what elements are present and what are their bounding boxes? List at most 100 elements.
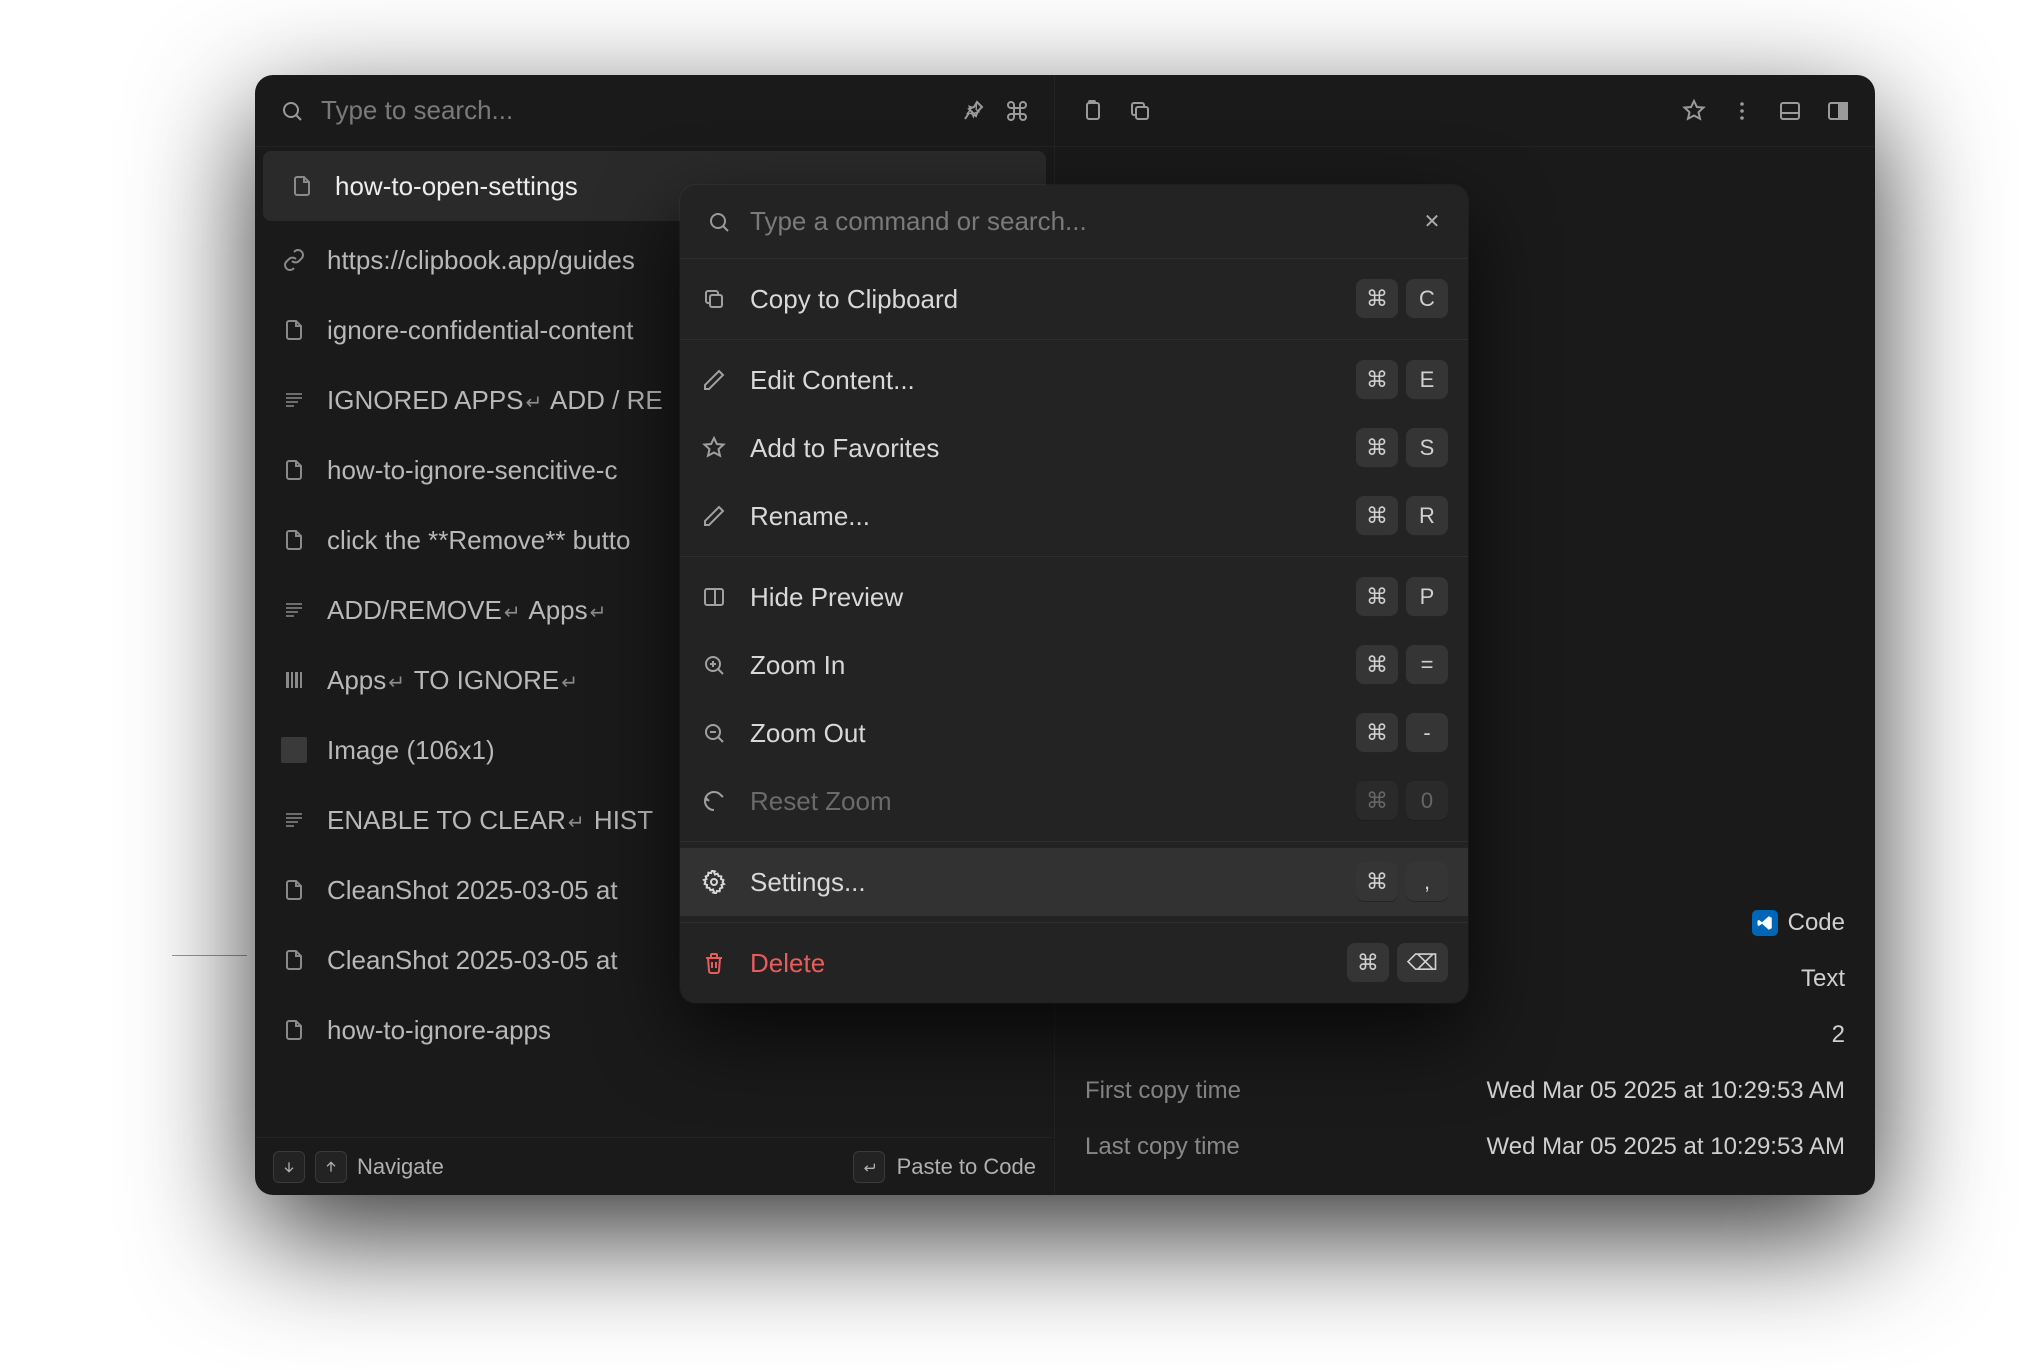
star-icon [700, 434, 728, 462]
cmd-zoom-in[interactable]: Zoom In ⌘= [680, 631, 1468, 699]
list-item[interactable]: how-to-ignore-apps [255, 995, 1054, 1065]
cmd-settings[interactable]: Settings... ⌘, [680, 848, 1468, 916]
return-key [853, 1151, 885, 1183]
copy-icon [700, 285, 728, 313]
meta-last-label: Last copy time [1085, 1133, 1240, 1161]
panel-bottom-icon[interactable] [1775, 96, 1805, 126]
cmd-copy-to-clipboard[interactable]: Copy to Clipboard ⌘C [680, 265, 1468, 333]
header-right [1055, 75, 1875, 146]
shortcut-keys: ⌘S [1356, 428, 1448, 468]
meta-last-value: Wed Mar 05 2025 at 10:29:53 AM [1487, 1133, 1845, 1161]
arrow-down-key [273, 1151, 305, 1183]
cmd-rename[interactable]: Rename... ⌘R [680, 482, 1468, 550]
meta-first-value: Wed Mar 05 2025 at 10:29:53 AM [1487, 1077, 1845, 1105]
link-icon [281, 247, 307, 273]
shortcut-keys: ⌘0 [1356, 781, 1448, 821]
shortcut-keys: ⌘E [1356, 360, 1448, 400]
meta-last-row: Last copy time Wed Mar 05 2025 at 10:29:… [1085, 1119, 1845, 1175]
clipboard-icon[interactable] [1077, 96, 1107, 126]
text-icon [281, 597, 307, 623]
meta-type-value: Text [1801, 965, 1845, 993]
cmd-label: Add to Favorites [750, 433, 1334, 464]
file-icon [281, 947, 307, 973]
annotation-line [172, 955, 247, 956]
list-item-label: CleanShot 2025-03-05 at [327, 875, 618, 906]
cmd-label: Copy to Clipboard [750, 284, 1334, 315]
reset-icon [700, 787, 728, 815]
cmd-label: Zoom Out [750, 718, 1334, 749]
shortcut-keys: ⌘= [1356, 645, 1448, 685]
list-item-label: Apps↵ TO IGNORE↵ [327, 665, 580, 696]
arrow-up-key [315, 1151, 347, 1183]
shortcut-keys: ⌘P [1356, 577, 1448, 617]
search-icon [704, 207, 734, 237]
search-icon [277, 96, 307, 126]
pencil-icon [700, 366, 728, 394]
search-input[interactable] [321, 95, 944, 126]
star-icon[interactable] [1679, 96, 1709, 126]
image-icon [281, 737, 307, 763]
list-item-label: how-to-ignore-apps [327, 1015, 551, 1046]
pencil-icon [700, 502, 728, 530]
list-item-label: ADD/REMOVE↵ Apps↵ [327, 595, 608, 626]
trash-icon [700, 949, 728, 977]
bars-icon [281, 667, 307, 693]
panel-right-icon[interactable] [1823, 96, 1853, 126]
sidebar-footer: Navigate Paste to Code [255, 1137, 1054, 1195]
text-icon [281, 387, 307, 413]
annotation-label: OPEN SETTINGS [0, 945, 247, 966]
cmd-label: Hide Preview [750, 582, 1334, 613]
cmd-label: Rename... [750, 501, 1334, 532]
palette-search-input[interactable] [750, 206, 1404, 237]
list-item-label: click the **Remove** butto [327, 525, 630, 556]
list-item-label: how-to-ignore-sencitive-c [327, 455, 617, 486]
list-item-label: Image (106x1) [327, 735, 495, 766]
text-icon [281, 807, 307, 833]
list-item-label: https://clipbook.app/guides [327, 245, 635, 276]
list-item-label: CleanShot 2025-03-05 at [327, 945, 618, 976]
shortcut-keys: ⌘- [1356, 713, 1448, 753]
cmd-label: Delete [750, 948, 1325, 979]
cmd-label: Reset Zoom [750, 786, 1334, 817]
cmd-zoom-out[interactable]: Zoom Out ⌘- [680, 699, 1468, 767]
cmd-add-to-favorites[interactable]: Add to Favorites ⌘S [680, 414, 1468, 482]
shortcut-keys: ⌘C [1356, 279, 1448, 319]
panel-icon [700, 583, 728, 611]
more-icon[interactable] [1727, 96, 1757, 126]
file-icon [281, 877, 307, 903]
command-icon[interactable] [1002, 96, 1032, 126]
gear-icon [700, 868, 728, 896]
meta-count-row: 2 [1085, 1007, 1845, 1063]
cmd-hide-preview[interactable]: Hide Preview ⌘P [680, 563, 1468, 631]
meta-first-row: First copy time Wed Mar 05 2025 at 10:29… [1085, 1063, 1845, 1119]
command-palette: ✕ Copy to Clipboard⌘CEdit Content...⌘EAd… [680, 185, 1468, 1003]
annotation-text: OPEN SETTINGS [0, 945, 154, 966]
close-icon[interactable]: ✕ [1420, 209, 1444, 234]
meta-count-value: 2 [1832, 1021, 1845, 1049]
vscode-icon [1752, 910, 1778, 936]
cmd-label: Settings... [750, 867, 1334, 898]
file-icon [281, 457, 307, 483]
list-item-label: how-to-open-settings [335, 171, 578, 202]
list-item-label: ENABLE TO CLEAR↵ HIST [327, 805, 653, 836]
file-icon [281, 1017, 307, 1043]
pin-icon[interactable] [958, 96, 988, 126]
file-icon [289, 173, 315, 199]
shortcut-keys: ⌘, [1356, 862, 1448, 902]
header-left [255, 75, 1055, 146]
cmd-delete[interactable]: Delete ⌘⌫ [680, 929, 1468, 997]
copy-icon[interactable] [1125, 96, 1155, 126]
list-item-label: ignore-confidential-content [327, 315, 633, 346]
meta-first-label: First copy time [1085, 1077, 1241, 1105]
list-item-label: IGNORED APPS↵ ADD / RE [327, 385, 663, 416]
window-header [255, 75, 1875, 147]
cmd-edit-content[interactable]: Edit Content...⌘E [680, 346, 1468, 414]
shortcut-keys: ⌘R [1356, 496, 1448, 536]
zoomin-icon [700, 651, 728, 679]
meta-app-value: Code [1788, 909, 1845, 937]
shortcut-keys: ⌘⌫ [1347, 943, 1448, 983]
cmd-reset-zoom: Reset Zoom ⌘0 [680, 767, 1468, 835]
paste-label[interactable]: Paste to Code [897, 1154, 1036, 1180]
cmd-label: Zoom In [750, 650, 1334, 681]
file-icon [281, 527, 307, 553]
